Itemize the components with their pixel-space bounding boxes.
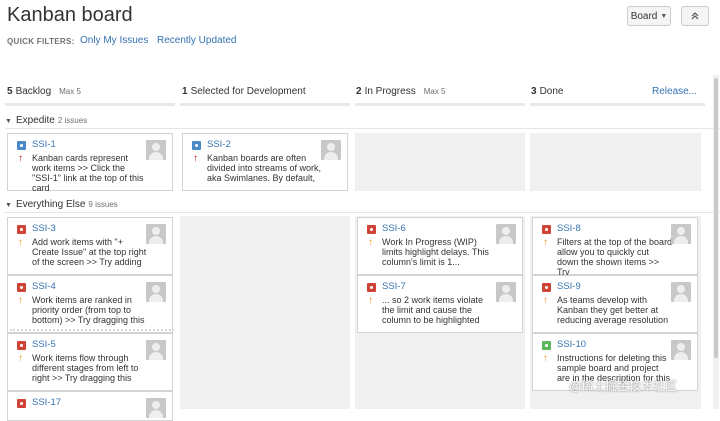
priority-medium-icon: ↑ [543,295,548,306]
issue-summary: ... so 2 work items violate the limit an… [382,295,484,325]
swimlane-everything-else[interactable]: ▼ Everything Else 9 issues [5,199,118,210]
page-title: Kanban board [7,4,133,26]
issue-key[interactable]: SSI-8 [557,224,581,234]
issue-summary: Kanban boards are often divided into str… [207,153,322,183]
issue-key[interactable]: SSI-3 [32,224,56,234]
priority-medium-icon: ↑ [543,237,548,248]
column-divider [355,103,525,106]
empty-column [180,216,350,409]
empty-cell [530,133,701,191]
task-type-icon [17,141,26,150]
column-divider [180,103,350,106]
avatar [146,224,166,244]
issue-summary: Kanban cards represent work items >> Cli… [32,153,144,193]
column-divider [5,103,175,106]
issue-key[interactable]: SSI-4 [32,282,56,292]
issue-key[interactable]: SSI-17 [32,398,61,408]
bug-type-icon [542,225,551,234]
board-menu-button[interactable]: Board ▼ [627,6,671,26]
card-ssi-6[interactable]: SSI-6 ↑ Work In Progress (WIP) limits hi… [357,217,523,275]
issue-summary: Add work items with "+ Create Issue" at … [32,237,147,267]
card-ssi-9[interactable]: SSI-9 ↑ As teams develop with Kanban the… [532,275,698,333]
issue-key[interactable]: SSI-6 [382,224,406,234]
board-button-label: Board [630,10,658,22]
avatar [671,282,691,302]
avatar [671,224,691,244]
avatar [146,398,166,418]
priority-medium-icon: ↑ [18,353,23,364]
scrollbar-thumb[interactable] [714,78,718,358]
issue-key[interactable]: SSI-7 [382,282,406,292]
bug-type-icon [367,283,376,292]
column-header-selected: 1 Selected for Development [182,86,306,97]
chevron-down-icon: ▼ [5,118,12,125]
issue-summary: Work items flow through different stages… [32,353,139,383]
column-divider [530,103,705,106]
board-header: Kanban board Board ▼ QUICK FILTERS: Only… [0,0,720,60]
watermark: @稀土掘金技术社区 [569,379,678,393]
issue-key[interactable]: SSI-9 [557,282,581,292]
priority-medium-icon: ↑ [368,237,373,248]
swimlane-expedite[interactable]: ▼ Expedite 2 issues [5,115,87,126]
priority-high-icon: ↑ [193,153,198,164]
priority-high-icon: ↑ [18,153,23,164]
release-link[interactable]: Release... [652,86,697,97]
empty-cell [355,133,525,191]
filter-recently-updated[interactable]: Recently Updated [157,35,237,46]
priority-medium-icon: ↑ [543,353,548,364]
issue-summary: As teams develop with Kanban they get be… [557,295,669,325]
priority-medium-icon: ↑ [368,295,373,306]
card-ssi-17[interactable]: SSI-17 [7,391,173,421]
bug-type-icon [17,225,26,234]
avatar [671,340,691,360]
issue-key[interactable]: SSI-5 [32,340,56,350]
column-header-backlog: 5 Backlog Max 5 [7,86,81,97]
issue-key[interactable]: SSI-2 [207,140,231,150]
issue-key[interactable]: SSI-10 [557,340,586,350]
issue-summary: Work In Progress (WIP) limits highlight … [382,237,489,267]
swimlane-divider [5,212,720,213]
avatar [496,224,516,244]
filter-only-my-issues[interactable]: Only My Issues [80,35,148,46]
avatar [146,340,166,360]
card-ssi-8[interactable]: SSI-8 ↑ Filters at the top of the board … [532,217,698,277]
chevron-down-icon: ▼ [660,12,668,20]
card-ssi-1[interactable]: SSI-1 ↑ Kanban cards represent work item… [7,133,173,193]
issue-summary: Filters at the top of the board allow yo… [557,237,673,277]
bug-type-icon [542,283,551,292]
card-ssi-5[interactable]: SSI-5 ↑ Work items flow through differen… [7,333,173,391]
card-ssi-2[interactable]: SSI-2 ↑ Kanban boards are often divided … [182,133,348,191]
priority-medium-icon: ↑ [18,237,23,248]
avatar [321,140,341,160]
bug-type-icon [17,399,26,408]
avatar [146,140,166,160]
card-ssi-3[interactable]: SSI-3 ↑ Add work items with "+ Create Is… [7,217,173,275]
avatar [496,282,516,302]
card-ssi-7[interactable]: SSI-7 ↑ ... so 2 work items violate the … [357,275,523,333]
collapse-icon[interactable] [681,6,709,26]
bug-type-icon [17,283,26,292]
bug-type-icon [367,225,376,234]
issue-key[interactable]: SSI-1 [32,140,56,150]
column-header-in-progress: 2 In Progress Max 5 [356,86,446,97]
avatar [146,282,166,302]
priority-medium-icon: ↑ [18,295,23,306]
card-ssi-4[interactable]: SSI-4 ↑ Work items are ranked in priorit… [7,275,173,333]
quick-filters-label: QUICK FILTERS: [7,37,75,46]
issue-summary: Work items are ranked in priority order … [32,295,145,325]
chevron-down-icon: ▼ [5,202,12,209]
swimlane-divider [5,128,720,129]
story-type-icon [542,341,551,350]
column-header-done: 3 Done [531,86,564,97]
task-type-icon [192,141,201,150]
bug-type-icon [17,341,26,350]
